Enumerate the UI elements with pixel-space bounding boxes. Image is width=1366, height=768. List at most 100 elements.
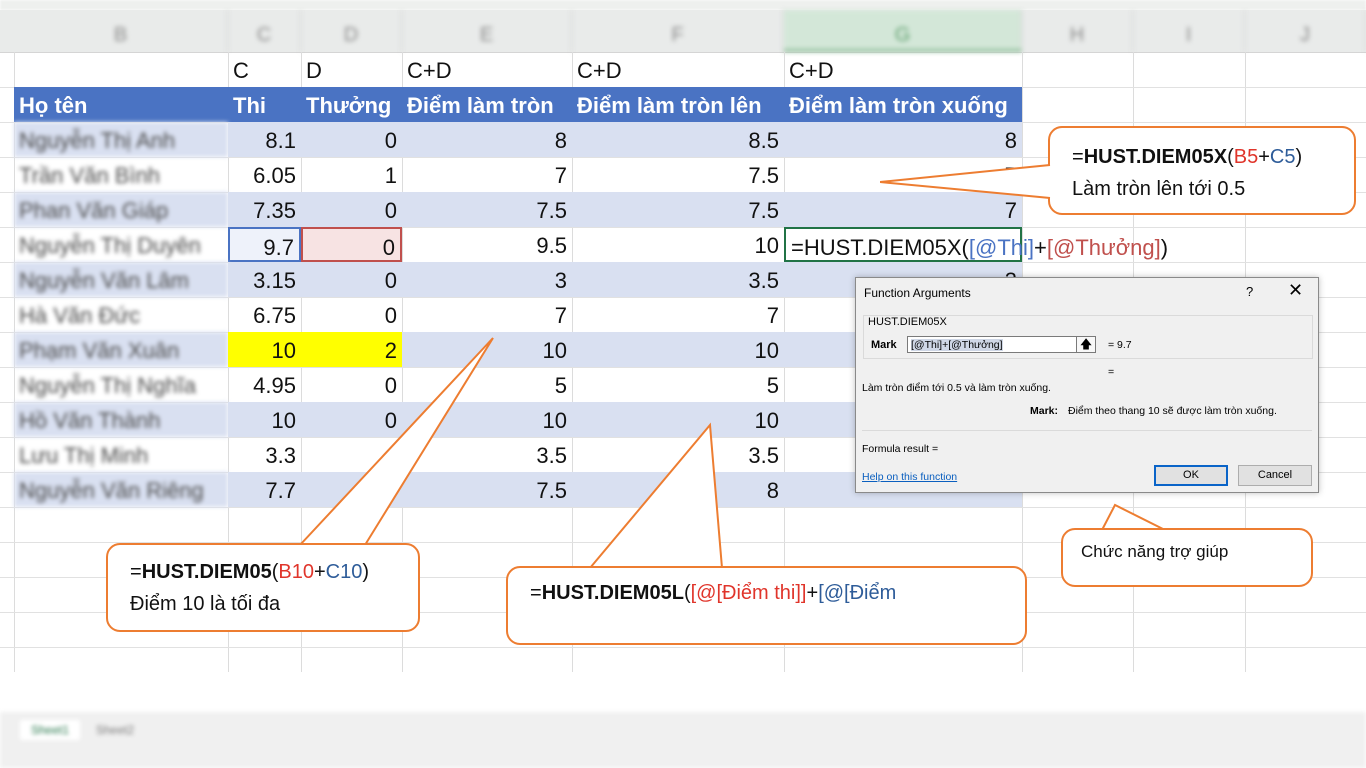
callout-diem05-note: Điểm 10 là tối đa <box>130 593 281 615</box>
thi-cell[interactable]: 3.15 <box>228 262 301 297</box>
diem-lam-tron-len-cell[interactable]: 5 <box>572 367 784 402</box>
callout-help: Chức năng trợ giúp <box>1061 528 1313 587</box>
dialog-divider <box>862 430 1312 431</box>
callout-diem05x-pointer <box>880 164 1051 199</box>
label-cell-c[interactable]: C <box>228 52 301 87</box>
thuong-cell[interactable]: 0 <box>301 192 402 227</box>
callout-diem05-formula: =HUST.DIEM05(B10+C10) <box>130 561 370 583</box>
thuong-cell[interactable]: 0 <box>301 122 402 157</box>
name-cell[interactable]: Phạm Văn Xuân <box>14 332 228 367</box>
column-header-d[interactable]: D <box>301 10 402 52</box>
status-area <box>0 712 1366 768</box>
diem-lam-tron-len-cell[interactable]: 7 <box>572 297 784 332</box>
function-description: Làm tròn điểm tới 0.5 và làm tròn xuống. <box>862 382 1051 394</box>
name-cell[interactable]: Lưu Thị Minh <box>14 437 228 472</box>
diem-lam-tron-cell[interactable]: 8 <box>402 122 572 157</box>
callout-diem05l-pointer <box>589 422 723 569</box>
argument-result: = 9.7 <box>1108 339 1132 351</box>
diem-lam-tron-len-cell[interactable]: 3.5 <box>572 262 784 297</box>
diem-lam-tron-cell[interactable]: 7 <box>402 297 572 332</box>
name-cell[interactable]: Nguyễn Văn Lâm <box>14 262 228 297</box>
ribbon-edge <box>0 0 1366 10</box>
help-on-function-link[interactable]: Help on this function <box>862 471 957 483</box>
callout-help-text: Chức năng trợ giúp <box>1081 542 1229 561</box>
argument-description-label: Mark: <box>1030 405 1059 417</box>
header-thuong[interactable]: Thưởng <box>301 87 402 122</box>
sheet-tab-2[interactable]: Sheet2 <box>85 720 145 740</box>
formula-ref-thi: [@Thi] <box>968 235 1035 260</box>
ok-button[interactable]: OK <box>1154 465 1228 486</box>
name-cell[interactable]: Nguyễn Văn Riêng <box>14 472 228 507</box>
help-question-icon[interactable]: ? <box>1246 284 1253 299</box>
thi-cell[interactable]: 7.35 <box>228 192 301 227</box>
diem-lam-tron-xuong-cell[interactable]: 8 <box>784 122 1022 157</box>
formula-edit-cell[interactable]: =HUST.DIEM05X([@Thi]+[@Thưởng]) <box>784 227 1168 262</box>
diem-lam-tron-cell[interactable]: 3 <box>402 262 572 297</box>
function-result-eq: = <box>1108 366 1115 378</box>
formula-result: Formula result = <box>862 443 939 455</box>
argument-label: Mark <box>871 339 897 351</box>
header-diem-lam-tron[interactable]: Điểm làm tròn <box>402 87 572 122</box>
dialog-title: Function Arguments <box>864 286 971 300</box>
thuong-cell[interactable]: 0 <box>301 227 402 262</box>
callout-diem05: =HUST.DIEM05(B10+C10) Điểm 10 là tối đa <box>106 543 420 632</box>
column-header-e[interactable]: E <box>402 10 572 52</box>
diem-lam-tron-cell[interactable]: 9.5 <box>402 227 572 262</box>
diem-lam-tron-len-cell[interactable]: 7.5 <box>572 192 784 227</box>
thi-cell[interactable]: 6.05 <box>228 157 301 192</box>
name-cell[interactable]: Trần Văn Bình <box>14 157 228 192</box>
callout-diem05l-formula: =HUST.DIEM05L([@[Điểm thi]]+[@[Điểm <box>530 582 897 604</box>
header-diem-lam-tron-len[interactable]: Điểm làm tròn lên <box>572 87 784 122</box>
callout-diem05x-note: Làm tròn lên tới 0.5 <box>1072 178 1246 200</box>
cancel-button[interactable]: Cancel <box>1238 465 1312 486</box>
name-cell[interactable]: Nguyễn Thị Anh <box>14 122 228 157</box>
function-arguments-dialog: Function Arguments ? ✕ HUST.DIEM05X Mark… <box>855 277 1319 493</box>
label-cell-e[interactable]: C+D <box>402 52 572 87</box>
diem-lam-tron-cell[interactable]: 7 <box>402 157 572 192</box>
thi-cell[interactable]: 8.1 <box>228 122 301 157</box>
diem-lam-tron-len-cell[interactable]: 10 <box>572 227 784 262</box>
label-cell-f[interactable]: C+D <box>572 52 784 87</box>
callout-diem05-pointer <box>299 337 494 546</box>
diem-lam-tron-len-cell[interactable]: 7.5 <box>572 157 784 192</box>
diem-lam-tron-len-cell[interactable]: 8.5 <box>572 122 784 157</box>
thuong-cell[interactable]: 1 <box>301 157 402 192</box>
diem-lam-tron-len-cell[interactable]: 10 <box>572 332 784 367</box>
label-cell-d[interactable]: D <box>301 52 402 87</box>
formula-suffix: ) <box>1160 235 1169 260</box>
diem-lam-tron-cell[interactable]: 7.5 <box>402 192 572 227</box>
name-cell[interactable]: Nguyễn Thị Duyên <box>14 227 228 262</box>
formula-ref-thuong: [@Thưởng] <box>1046 235 1161 260</box>
formula-prefix: =HUST.DIEM05X( <box>791 235 969 260</box>
argument-input[interactable]: [@Thi]+[@Thưởng] <box>907 336 1077 353</box>
thuong-cell[interactable]: 0 <box>301 262 402 297</box>
header-thi[interactable]: Thi <box>228 87 301 122</box>
header-ho-ten[interactable]: Họ tên <box>14 87 228 122</box>
header-diem-lam-tron-xuong[interactable]: Điểm làm tròn xuống <box>784 87 1022 122</box>
column-header-i[interactable]: I <box>1133 10 1245 52</box>
argument-description: Điểm theo thang 10 sẽ được làm tròn xuốn… <box>1068 405 1277 417</box>
thi-cell[interactable]: 6.75 <box>228 297 301 332</box>
name-cell[interactable]: Phan Văn Giáp <box>14 192 228 227</box>
name-cell[interactable]: Hà Văn Đức <box>14 297 228 332</box>
close-icon[interactable]: ✕ <box>1288 280 1303 301</box>
callout-diem05l: =HUST.DIEM05L([@[Điểm thi]]+[@[Điểm <box>506 566 1027 645</box>
thi-cell[interactable]: 9.7 <box>228 227 301 262</box>
argument-input-value: [@Thi]+[@Thưởng] <box>911 339 1003 351</box>
column-header-g[interactable]: G <box>784 10 1022 52</box>
formula-plus: + <box>1034 235 1047 260</box>
callout-diem05x-formula: =HUST.DIEM05X(B5+C5) <box>1072 146 1303 168</box>
name-cell[interactable]: Nguyễn Thị Nghĩa <box>14 367 228 402</box>
thuong-cell[interactable]: 0 <box>301 297 402 332</box>
callout-diem05x: =HUST.DIEM05X(B5+C5) Làm tròn lên tới 0.… <box>1048 126 1356 215</box>
name-cell[interactable]: Hồ Văn Thành <box>14 402 228 437</box>
column-header-h[interactable]: H <box>1022 10 1133 52</box>
dialog-function-name: HUST.DIEM05X <box>868 316 947 328</box>
column-header-c[interactable]: C <box>228 10 301 52</box>
collapse-dialog-icon[interactable]: 🡅 <box>1076 336 1096 353</box>
column-header-j[interactable]: J <box>1245 10 1366 52</box>
label-cell-g[interactable]: C+D <box>784 52 1022 87</box>
column-header-b[interactable]: B <box>14 10 228 52</box>
sheet-tab-1[interactable]: Sheet1 <box>20 720 80 740</box>
column-header-f[interactable]: F <box>572 10 784 52</box>
